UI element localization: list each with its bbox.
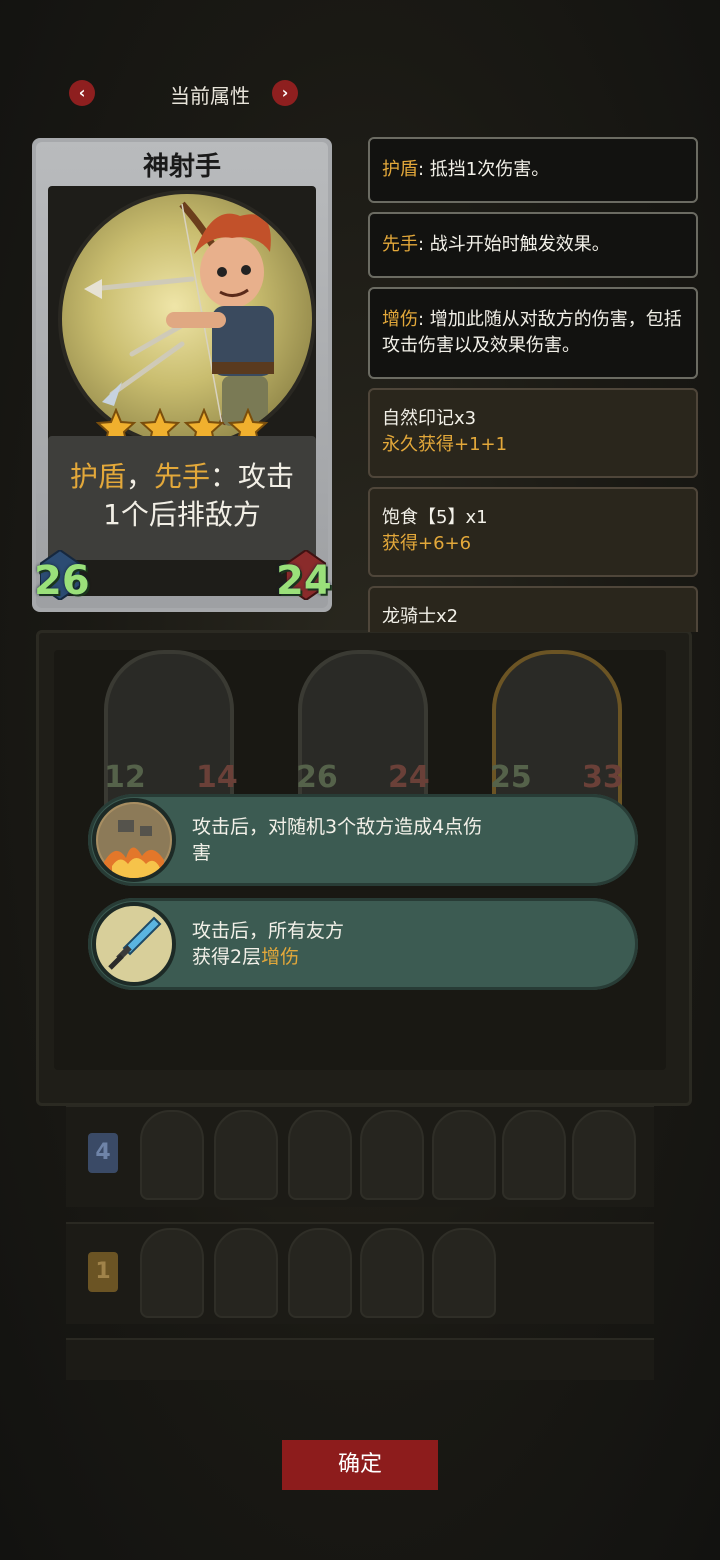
buff-effect: 获得+6+6 [382, 533, 472, 554]
bench-unit [432, 1228, 496, 1318]
buff-nature-mark: 自然印记x3 永久获得+1+1 [368, 388, 698, 478]
desc-text: ：攻击 [210, 460, 295, 493]
info-first-strike: 先手: 战斗开始时触发效果。 [368, 212, 698, 278]
skill-text-1: 攻击后，对随机3个敌方造成4点伤 害 [192, 814, 482, 866]
bench-unit [360, 1110, 424, 1200]
keyword-first-strike: 先手 [154, 460, 211, 493]
unit-name: 神射手 [142, 152, 221, 182]
slot-1-attack: 12 [104, 760, 146, 795]
keyword-label: 护盾 [382, 159, 418, 180]
bench-unit [360, 1228, 424, 1318]
keyword-desc: : 战斗开始时触发效果。 [418, 234, 610, 255]
keyword-label: 增伤 [382, 309, 418, 330]
confirm-button[interactable]: 确定 [282, 1440, 438, 1490]
buff-title: 自然印记x3 [382, 408, 477, 429]
skill-line: 害 [192, 842, 212, 864]
skill-line: 获得2层增伤 [192, 944, 344, 970]
bench-unit [288, 1110, 352, 1200]
keyword-shield: 护盾 [69, 460, 126, 493]
buff-satiety: 饱食【5】x1 获得+6+6 [368, 487, 698, 577]
buff-title: 饱食【5】x1 [382, 507, 488, 528]
unit-attack: 26 [34, 558, 90, 604]
unit-health: 24 [276, 558, 332, 604]
bench-tier-badge: 1 [88, 1252, 118, 1292]
bench-tier-badge: 4 [88, 1133, 118, 1173]
desc-text-line2: 1个后排敌方 [103, 498, 261, 531]
keyword-desc: : 增加此随从对敌方的伤害，包括攻击伤害以及效果伤害。 [382, 309, 682, 356]
bench-unit [140, 1228, 204, 1318]
bench-unit [140, 1110, 204, 1200]
bench-unit [214, 1228, 278, 1318]
info-shield: 护盾: 抵挡1次伤害。 [368, 137, 698, 203]
page-title: 当前属性 [170, 84, 250, 108]
slot-3-attack: 25 [490, 760, 532, 795]
buff-dragon-knight: 龙骑士x2 [368, 586, 698, 632]
skill-text-2: 攻击后，所有友方 获得2层增伤 [192, 918, 344, 970]
slot-1-health: 14 [196, 760, 238, 795]
bench-row-3 [66, 1338, 654, 1380]
bench-unit [572, 1110, 636, 1200]
buff-title: 龙骑士x2 [382, 606, 459, 627]
crystal-dagger-icon [92, 902, 176, 986]
skill-line-text: 获得2层 [192, 946, 262, 968]
desc-separator: ， [125, 460, 154, 493]
next-arrow-button[interactable]: › [272, 80, 298, 106]
bench-unit [288, 1228, 352, 1318]
keyword-label: 先手 [382, 234, 418, 255]
bench-unit [432, 1110, 496, 1200]
explosion-icon [92, 798, 176, 882]
info-damage-boost: 增伤: 增加此随从对敌方的伤害，包括攻击伤害以及效果伤害。 [368, 287, 698, 379]
keyword-desc: : 抵挡1次伤害。 [418, 159, 550, 180]
archer-portrait-icon [84, 201, 274, 426]
slot-2-health: 24 [388, 760, 430, 795]
buff-effect: 永久获得+1+1 [382, 434, 508, 455]
unit-description: 护盾，先手：攻击 1个后排敌方 [52, 458, 312, 534]
skill-line: 攻击后，所有友方 [192, 920, 345, 942]
slot-2-attack: 26 [296, 760, 338, 795]
skill-line: 攻击后，对随机3个敌方造成4点伤 [192, 816, 483, 838]
prev-arrow-button[interactable]: ‹ [69, 80, 95, 106]
keyword-damage-boost: 增伤 [261, 946, 300, 968]
bench-unit [214, 1110, 278, 1200]
slot-3-health: 33 [582, 760, 624, 795]
bench-unit [502, 1110, 566, 1200]
